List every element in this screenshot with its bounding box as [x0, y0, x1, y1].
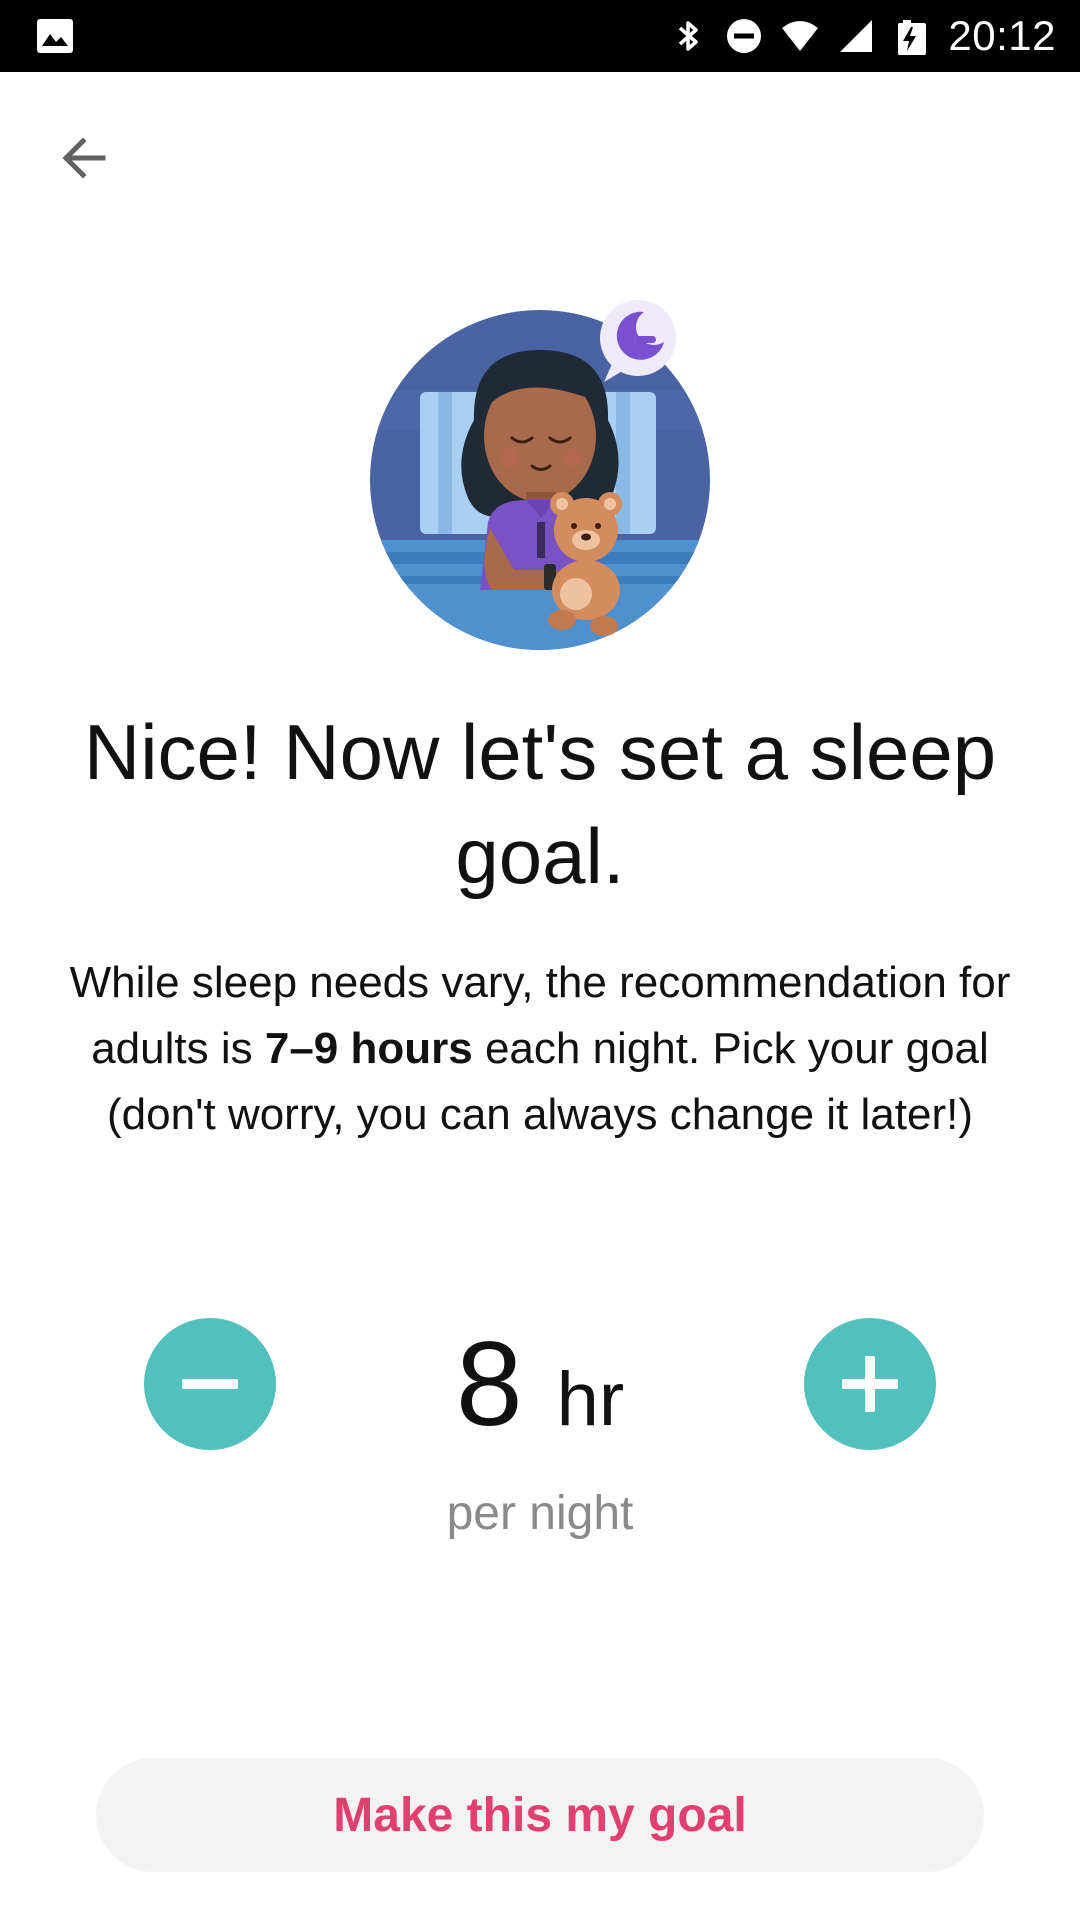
goal-value-display: 8 hr: [340, 1318, 740, 1450]
recommendation-hours: 7–9 hours: [264, 1024, 473, 1073]
status-time: 20:12: [948, 12, 1056, 59]
goal-caption: per night: [446, 1487, 634, 1540]
decrease-goal-button[interactable]: [144, 1318, 276, 1450]
plus-icon-vertical: [865, 1356, 875, 1412]
back-button[interactable]: [44, 118, 124, 198]
make-goal-button[interactable]: Make this my goal: [96, 1758, 984, 1872]
bluetooth-icon: [679, 21, 699, 51]
status-bar: 20:12: [0, 0, 1080, 72]
cell-signal-icon: [840, 20, 873, 52]
page-title: Nice! Now let's set a sleep goal.: [83, 708, 997, 900]
image-icon: [37, 19, 73, 53]
minus-icon: [182, 1379, 238, 1389]
goal-hours-value: 8: [455, 1317, 523, 1451]
back-arrow-icon: [62, 137, 106, 179]
increase-goal-button[interactable]: [804, 1318, 936, 1450]
goal-unit: hr: [556, 1357, 625, 1442]
status-icons: 20:12: [668, 0, 1056, 72]
recommendation-text: While sleep needs vary, the recommendati…: [50, 950, 1030, 1148]
woman-sleeping-with-teddy-bear-illustration: [370, 300, 710, 650]
wifi-icon: [782, 21, 819, 51]
do-not-disturb-icon: [727, 19, 762, 53]
battery-charging-icon: [898, 20, 927, 55]
